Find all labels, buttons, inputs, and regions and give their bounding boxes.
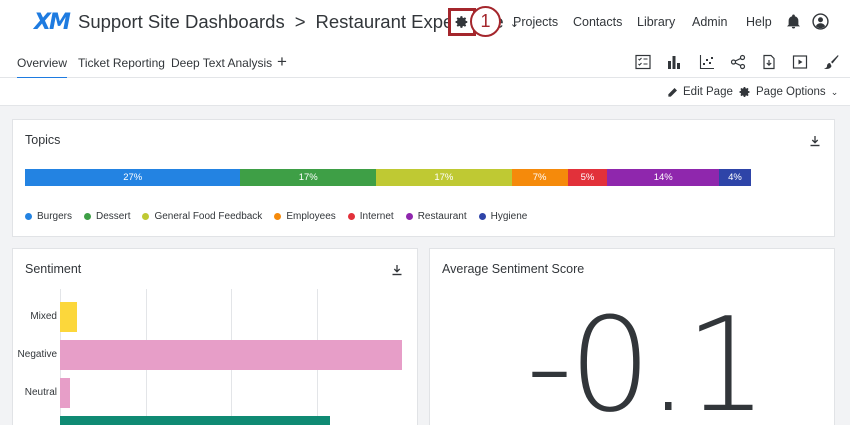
legend-label: Dessert [96, 211, 131, 222]
category-label: Negative [17, 349, 57, 360]
page-action-bar: Edit Page Page Options ⌄ [0, 78, 850, 106]
download-icon[interactable] [809, 135, 821, 147]
nav-contacts[interactable]: Contacts [573, 15, 622, 29]
legend-label: Restaurant [417, 211, 467, 222]
step-callout-badge: 1 [470, 6, 501, 37]
pencil-icon [668, 87, 677, 97]
topic-segment[interactable]: 27% [25, 169, 241, 186]
average-sentiment-value: -0.1 [526, 289, 768, 425]
sentiment-bar[interactable] [60, 302, 78, 332]
legend-label: General Food Feedback [154, 211, 263, 222]
breadcrumb-separator: > [294, 11, 306, 32]
topics-legend: Burgers Dessert General Food Feedback Emplo… [25, 211, 527, 222]
sentiment-bar[interactable] [60, 340, 402, 370]
bar-chart-widget-icon[interactable] [666, 54, 682, 70]
nav-help[interactable]: Help [746, 15, 772, 29]
legend-swatch [84, 213, 92, 220]
edit-page-label: Edit Page [683, 86, 733, 98]
user-avatar-icon[interactable] [812, 13, 829, 30]
legend-swatch [142, 213, 150, 220]
topic-segment[interactable]: 4% [719, 169, 751, 186]
legend-item[interactable]: Burgers [25, 211, 72, 222]
project-name[interactable]: Support Site Dashboards [78, 11, 285, 32]
legend-swatch [25, 213, 32, 220]
sentiment-bar[interactable] [60, 416, 331, 425]
nav-projects[interactable]: Projects [513, 15, 558, 29]
legend-item[interactable]: General Food Feedback [142, 211, 262, 222]
legend-swatch [405, 213, 413, 220]
topics-stacked-bar: 27% 17% 17% 7% 5% 14% 4% [25, 169, 751, 186]
tab-ticket-reporting[interactable]: Ticket Reporting [78, 56, 165, 70]
legend-swatch [347, 213, 355, 220]
legend-swatch [478, 213, 486, 220]
bell-icon[interactable] [787, 14, 800, 29]
legend-item[interactable]: Employees [274, 211, 336, 222]
category-label: Neutral [24, 387, 57, 398]
tab-deep-text-analysis[interactable]: Deep Text Analysis [171, 56, 272, 70]
present-icon[interactable] [792, 54, 808, 70]
edit-page-button[interactable]: Edit Page [667, 86, 733, 98]
sentiment-bar-chart: Mixed Negative Neutral [13, 249, 419, 425]
nav-admin[interactable]: Admin [692, 15, 727, 29]
gear-icon [739, 87, 750, 97]
legend-item[interactable]: Internet [347, 211, 394, 222]
legend-item[interactable]: Hygiene [478, 211, 528, 222]
legend-label: Internet [359, 211, 394, 222]
gear-icon [455, 16, 468, 28]
legend-label: Employees [286, 211, 336, 222]
legend-swatch [274, 213, 282, 220]
add-tab-button[interactable]: + [277, 52, 287, 72]
share-icon[interactable] [730, 54, 746, 70]
page-options-label: Page Options [756, 86, 826, 98]
legend-label: Burgers [37, 211, 73, 222]
category-label: Mixed [30, 311, 57, 322]
sentiment-bar[interactable] [60, 378, 71, 408]
topic-segment[interactable]: 7% [511, 169, 568, 186]
export-icon[interactable] [761, 54, 777, 70]
xm-logo[interactable]: XM [34, 10, 71, 35]
nav-library[interactable]: Library [637, 15, 675, 29]
paint-brush-icon[interactable] [823, 54, 839, 70]
widget-title: Topics [25, 133, 61, 147]
topics-widget: Topics 27% 17% 17% 7% 5% 14% 4% Burgers Dessert… [12, 119, 835, 237]
widget-title: Average Sentiment Score [442, 262, 585, 276]
legend-item[interactable]: Restaurant [405, 211, 467, 222]
legend-item[interactable]: Dessert [84, 211, 130, 222]
topic-segment[interactable]: 17% [240, 169, 377, 186]
checklist-widget-icon[interactable] [635, 54, 651, 70]
scatter-widget-icon[interactable] [699, 54, 715, 70]
page-options-button[interactable]: Page Options ⌄ [739, 86, 838, 98]
topic-segment[interactable]: 5% [567, 169, 608, 186]
tab-overview[interactable]: Overview [17, 56, 68, 79]
dashboard-tabs: Overview Ticket Reporting Deep Text Anal… [0, 45, 850, 79]
topic-segment[interactable]: 14% [607, 169, 720, 186]
sentiment-widget: Sentiment Mixed Negative Neutral [12, 248, 418, 425]
average-sentiment-widget: Average Sentiment Score -0.1 [429, 248, 835, 425]
chevron-down-icon: ⌄ [830, 86, 839, 97]
legend-label: Hygiene [490, 211, 528, 222]
top-header: XM Support Site Dashboards > Restaurant Ex… [0, 0, 850, 45]
topic-segment[interactable]: 17% [376, 169, 512, 186]
